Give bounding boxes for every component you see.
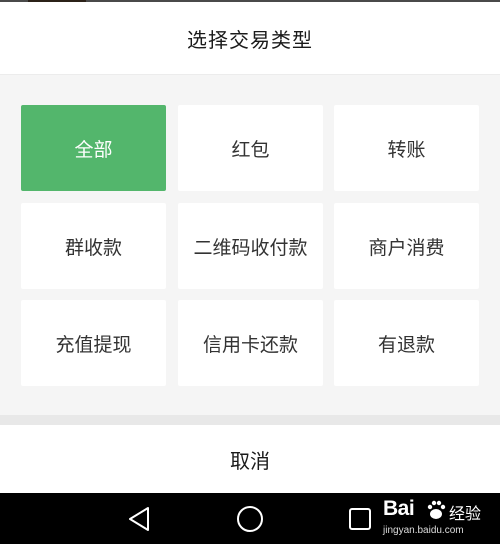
sheet-header: 选择交易类型 xyxy=(0,2,500,75)
option-all[interactable]: 全部 xyxy=(21,105,166,191)
recent-apps-square-icon[interactable] xyxy=(344,503,376,535)
section-divider xyxy=(0,415,500,425)
cancel-button[interactable]: 取消 xyxy=(0,425,500,493)
back-triangle-icon[interactable] xyxy=(124,503,156,535)
option-refunded[interactable]: 有退款 xyxy=(334,300,479,386)
sheet-title: 选择交易类型 xyxy=(187,27,313,52)
option-qr-payment[interactable]: 二维码收付款 xyxy=(178,203,323,289)
watermark-brand-left: Bai xyxy=(383,497,415,520)
home-circle-icon[interactable] xyxy=(234,503,266,535)
watermark-brand-right: 经验 xyxy=(449,504,482,523)
option-merchant-spending[interactable]: 商户消费 xyxy=(334,203,479,289)
option-group-collection[interactable]: 群收款 xyxy=(21,203,166,289)
baidu-jingyan-watermark: Bai 经验 jingyan.baidu.com xyxy=(383,497,495,541)
watermark-url: jingyan.baidu.com xyxy=(383,525,464,536)
transaction-type-grid: 全部 红包 转账 群收款 二维码收付款 商户消费 充值提现 信用卡还款 有退款 xyxy=(0,75,500,415)
baidu-paw-icon xyxy=(427,500,446,519)
option-red-packet[interactable]: 红包 xyxy=(178,105,323,191)
option-topup-withdraw[interactable]: 充值提现 xyxy=(21,300,166,386)
option-transfer[interactable]: 转账 xyxy=(334,105,479,191)
option-credit-card-repayment[interactable]: 信用卡还款 xyxy=(178,300,323,386)
